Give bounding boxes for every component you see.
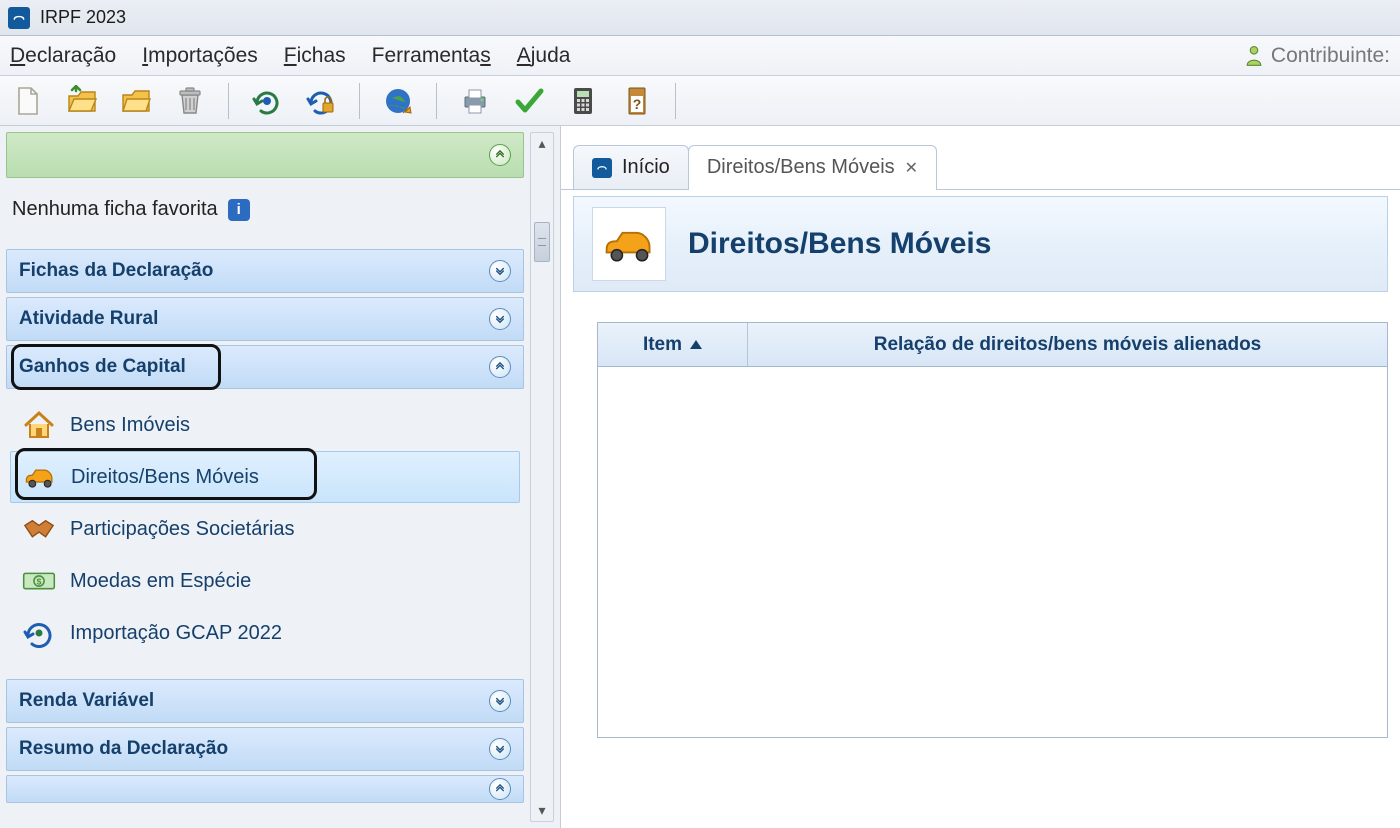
tree-item-label: Direitos/Bens Móveis xyxy=(71,466,259,489)
tree-item-label: Bens Imóveis xyxy=(70,414,190,437)
toolbar-calculator[interactable] xyxy=(565,83,601,119)
handshake-icon xyxy=(22,512,56,546)
menu-ajuda[interactable]: Ajuda xyxy=(517,44,571,68)
car-icon xyxy=(23,460,57,494)
collapse-icon[interactable] xyxy=(489,778,511,800)
collapse-icon[interactable] xyxy=(489,356,511,378)
scroll-up-icon[interactable]: ▴ xyxy=(538,135,545,152)
expand-icon[interactable] xyxy=(489,690,511,712)
collapse-icon[interactable] xyxy=(489,144,511,166)
menu-declaracao[interactable]: Declaração xyxy=(10,44,116,68)
tree-item-label: Moedas em Espécie xyxy=(70,570,251,593)
toolbar-open-folder-arrow[interactable] xyxy=(64,83,100,119)
info-icon[interactable]: i xyxy=(228,199,250,221)
toolbar-print[interactable] xyxy=(457,83,493,119)
svg-text:?: ? xyxy=(633,96,642,112)
ganhos-body: Bens Imóveis Direitos/Bens Móveis Partic… xyxy=(6,393,524,675)
app-icon xyxy=(8,7,30,29)
toolbar-sync-down[interactable] xyxy=(249,83,285,119)
tree-item-label: Participações Societárias xyxy=(70,518,295,541)
col-label: Item xyxy=(643,334,682,356)
expand-icon[interactable] xyxy=(489,738,511,760)
tab-label: Início xyxy=(622,156,670,179)
home-tab-icon xyxy=(592,158,612,178)
titlebar: IRPF 2023 xyxy=(0,0,1400,36)
accordion-atividade-rural[interactable]: Atividade Rural xyxy=(6,297,524,341)
accordion-label: Atividade Rural xyxy=(19,308,158,330)
sidebar: Nenhuma ficha favorita i Fichas da Decla… xyxy=(0,126,560,828)
tree-item-bens-imoveis[interactable]: Bens Imóveis xyxy=(10,399,520,451)
tree-item-direitos-bens-moveis[interactable]: Direitos/Bens Móveis xyxy=(10,451,520,503)
toolbar-new-file[interactable] xyxy=(10,83,46,119)
toolbar-help-doc[interactable]: ? xyxy=(619,83,655,119)
data-grid: Item Relação de direitos/bens móveis ali… xyxy=(597,322,1388,738)
user-icon xyxy=(1245,45,1263,67)
favoritos-empty-text: Nenhuma ficha favorita xyxy=(12,198,218,221)
tree-item-label: Importação GCAP 2022 xyxy=(70,622,282,645)
toolbar-check[interactable] xyxy=(511,83,547,119)
tabstrip: Início Direitos/Bens Móveis ✕ xyxy=(561,144,1400,190)
toolbar-sync-lock[interactable] xyxy=(303,83,339,119)
col-label: Relação de direitos/bens móveis alienado… xyxy=(874,334,1262,356)
accordion-resumo-declaracao[interactable]: Resumo da Declaração xyxy=(6,727,524,771)
toolbar-separator xyxy=(359,83,360,119)
scroll-track[interactable] xyxy=(531,152,553,802)
toolbar-trash[interactable] xyxy=(172,83,208,119)
tree-item-participacoes[interactable]: Participações Societárias xyxy=(10,503,520,555)
house-icon xyxy=(22,408,56,442)
toolbar-folder[interactable] xyxy=(118,83,154,119)
tab-direitos-bens-moveis[interactable]: Direitos/Bens Móveis ✕ xyxy=(688,145,937,189)
scroll-down-icon[interactable]: ▾ xyxy=(538,802,545,819)
tree-item-importacao-gcap[interactable]: Importação GCAP 2022 xyxy=(10,607,520,659)
toolbar-separator xyxy=(228,83,229,119)
toolbar: ? xyxy=(0,76,1400,126)
menu-ferramentas[interactable]: Ferramentas xyxy=(372,44,491,68)
tab-label: Direitos/Bens Móveis xyxy=(707,156,895,179)
grid-col-relacao[interactable]: Relação de direitos/bens móveis alienado… xyxy=(748,323,1387,366)
toolbar-separator xyxy=(436,83,437,119)
page-icon-car xyxy=(592,207,666,281)
accordion-label: Resumo da Declaração xyxy=(19,738,228,760)
accordion-fichas-declaracao[interactable]: Fichas da Declaração xyxy=(6,249,524,293)
tab-inicio[interactable]: Início xyxy=(573,145,689,189)
contribuinte-label: Contribuinte: xyxy=(1271,44,1390,68)
content-body: Item Relação de direitos/bens móveis ali… xyxy=(561,292,1400,828)
money-icon: $ xyxy=(22,564,56,598)
grid-header: Item Relação de direitos/bens móveis ali… xyxy=(598,323,1387,367)
page-header: Direitos/Bens Móveis xyxy=(573,196,1388,292)
accordion-favoritos[interactable] xyxy=(6,132,524,178)
grid-col-item[interactable]: Item xyxy=(598,323,748,366)
menubar: Declaração Importações Fichas Ferramenta… xyxy=(0,36,1400,76)
accordion-ganhos-capital[interactable]: Ganhos de Capital xyxy=(6,345,524,389)
scroll-thumb[interactable] xyxy=(534,222,550,262)
grid-body-empty xyxy=(598,367,1387,737)
accordion-renda-variavel[interactable]: Renda Variável xyxy=(6,679,524,723)
accordion-acesso-gov[interactable]: Acesso com gov.br xyxy=(6,775,524,803)
favoritos-body: Nenhuma ficha favorita i xyxy=(6,182,524,245)
toolbar-globe[interactable] xyxy=(380,83,416,119)
window-title: IRPF 2023 xyxy=(40,7,126,28)
content-area: Início Direitos/Bens Móveis ✕ Direitos/B… xyxy=(560,126,1400,828)
contribuinte-indicator: Contribuinte: xyxy=(1245,44,1390,68)
import-icon xyxy=(22,616,56,650)
main-split: Nenhuma ficha favorita i Fichas da Decla… xyxy=(0,126,1400,828)
tree-item-moedas[interactable]: $ Moedas em Espécie xyxy=(10,555,520,607)
svg-text:$: $ xyxy=(37,576,42,586)
accordion-column: Nenhuma ficha favorita i Fichas da Decla… xyxy=(6,132,526,822)
sidebar-scrollbar[interactable]: ▴ ▾ xyxy=(530,132,554,822)
close-icon[interactable]: ✕ xyxy=(905,158,918,178)
accordion-label: Fichas da Declaração xyxy=(19,260,213,282)
menu-fichas[interactable]: Fichas xyxy=(284,44,346,68)
accordion-label: Renda Variável xyxy=(19,690,154,712)
sort-asc-icon xyxy=(690,340,702,349)
menu-importacoes[interactable]: Importações xyxy=(142,44,258,68)
page-title: Direitos/Bens Móveis xyxy=(688,227,991,261)
accordion-label: Ganhos de Capital xyxy=(19,356,186,378)
expand-icon[interactable] xyxy=(489,308,511,330)
toolbar-separator xyxy=(675,83,676,119)
expand-icon[interactable] xyxy=(489,260,511,282)
